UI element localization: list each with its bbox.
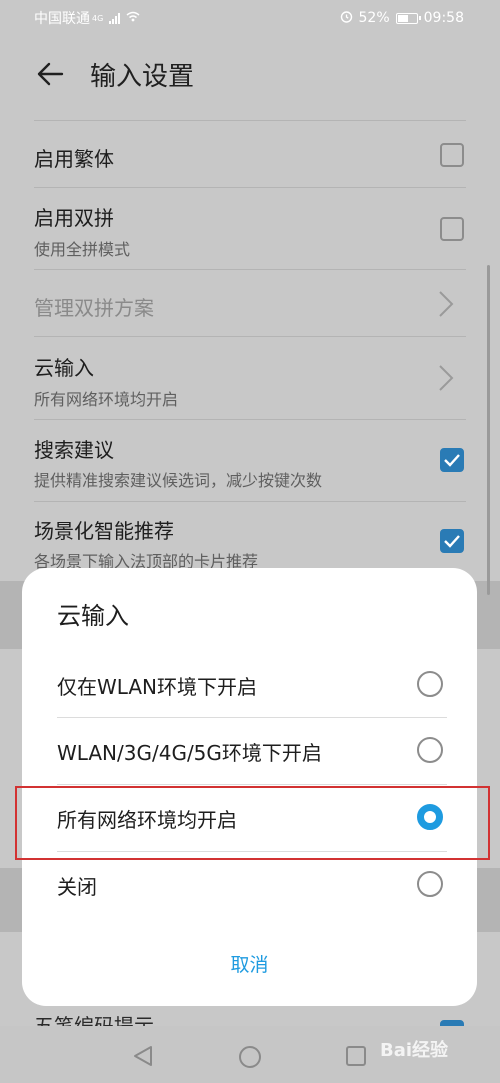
page-title: 输入设置 [90, 62, 195, 92]
network-type: 4G [92, 13, 104, 23]
dialog-title: 云输入 [57, 602, 129, 630]
setting-row-manage-scheme[interactable]: 管理双拼方案 [34, 269, 466, 336]
status-right: 52% 09:58 [340, 10, 464, 27]
chevron-right-icon [439, 291, 454, 317]
setting-title: 启用双拼 [34, 206, 114, 230]
back-triangle-icon[interactable] [132, 1045, 154, 1067]
option-label: 关闭 [57, 874, 97, 899]
radio-button[interactable] [417, 671, 443, 697]
option-wlan-only[interactable]: 仅在WLAN环境下开启 [57, 652, 447, 718]
battery-percent: 52% [358, 10, 390, 26]
radio-button[interactable] [417, 737, 443, 763]
setting-subtitle: 所有网络环境均开启 [34, 390, 179, 409]
recents-square-icon[interactable] [345, 1045, 367, 1067]
option-label: WLAN/3G/4G/5G环境下开启 [57, 740, 322, 765]
option-off[interactable]: 关闭 [57, 852, 447, 918]
setting-title: 搜索建议 [34, 438, 114, 462]
watermark-logo: Bai经验 [380, 1040, 449, 1061]
setting-title: 场景化智能推荐 [34, 519, 174, 543]
checkbox[interactable] [440, 217, 464, 241]
setting-row-cloud-input[interactable]: 云输入 所有网络环境均开启 [34, 336, 466, 419]
home-circle-icon[interactable] [238, 1045, 262, 1069]
clock: 09:58 [423, 10, 464, 26]
status-bar: 中国联通 4G 52% 09:58 [0, 0, 500, 36]
scrollbar[interactable] [487, 265, 490, 595]
option-label: 仅在WLAN环境下开启 [57, 674, 258, 699]
carrier-name: 中国联通 [34, 11, 90, 27]
app-header: 输入设置 [0, 36, 500, 116]
cancel-button[interactable]: 取消 [22, 950, 477, 977]
radio-button[interactable] [417, 871, 443, 897]
checkmark-icon [444, 535, 460, 548]
setting-row-search-suggestion[interactable]: 搜索建议 提供精准搜索建议候选词，减少按键次数 [34, 419, 466, 501]
signal-icon [109, 12, 121, 24]
checkmark-icon [444, 454, 460, 467]
highlight-box [15, 786, 490, 860]
wifi-icon [126, 11, 140, 25]
setting-title: 管理双拼方案 [34, 296, 154, 320]
option-wlan-mobile[interactable]: WLAN/3G/4G/5G环境下开启 [57, 718, 447, 784]
back-arrow-icon[interactable] [36, 60, 64, 88]
setting-title-partial: 五笔编码提示 [34, 1014, 154, 1026]
setting-row-double-pinyin[interactable]: 启用双拼 使用全拼模式 [34, 187, 466, 269]
checkbox-checked[interactable] [440, 529, 464, 553]
battery-icon [395, 12, 421, 24]
setting-title: 启用繁体 [34, 147, 114, 171]
checkbox[interactable] [440, 143, 464, 167]
setting-subtitle: 使用全拼模式 [34, 240, 131, 259]
setting-subtitle: 提供精准搜索建议候选词，减少按键次数 [34, 471, 323, 490]
status-left: 中国联通 4G [34, 8, 140, 28]
checkbox-checked[interactable] [440, 448, 464, 472]
alarm-icon [340, 10, 353, 27]
setting-title: 云输入 [34, 356, 94, 380]
chevron-right-icon [439, 365, 454, 391]
setting-row-traditional[interactable]: 启用繁体 [34, 120, 466, 187]
